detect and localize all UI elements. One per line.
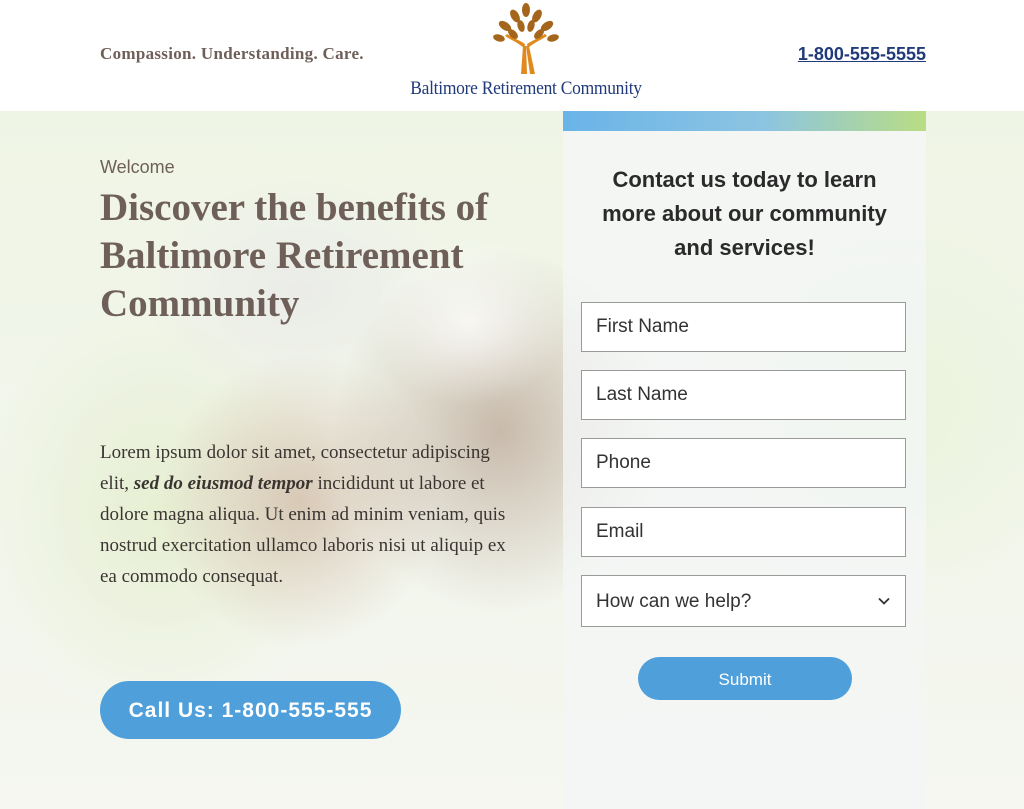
body-text-emphasis: sed do eiusmod tempor bbox=[133, 473, 313, 494]
submit-button[interactable]: Submit bbox=[638, 657, 852, 700]
hero-section: Welcome Discover the benefits of Baltimo… bbox=[0, 111, 1024, 809]
phone-field[interactable] bbox=[581, 438, 906, 488]
tree-icon bbox=[493, 3, 559, 74]
contact-form-panel: Contact us today to learn more about our… bbox=[563, 111, 926, 809]
welcome-label: Welcome bbox=[100, 157, 175, 177]
logo[interactable]: Baltimore Retirement Community bbox=[396, 2, 656, 106]
header-phone-link[interactable]: 1-800-555-5555 bbox=[798, 44, 926, 65]
email-field[interactable] bbox=[581, 507, 906, 557]
tagline: Compassion. Understanding. Care. bbox=[100, 44, 364, 63]
hero-headline: Discover the benefits of Baltimore Retir… bbox=[100, 186, 489, 325]
chevron-down-icon bbox=[878, 597, 890, 605]
last-name-field[interactable] bbox=[581, 370, 906, 420]
panel-accent-bar bbox=[563, 111, 926, 131]
contact-form-title: Contact us today to learn more about our… bbox=[602, 167, 887, 260]
logo-text: Baltimore Retirement Community bbox=[410, 78, 642, 99]
first-name-field[interactable] bbox=[581, 302, 906, 352]
call-us-button[interactable]: Call Us: 1-800-555-555 bbox=[100, 681, 401, 739]
help-select-value: How can we help? bbox=[596, 591, 752, 612]
hero-body-text: Lorem ipsum dolor sit amet, consectetur … bbox=[100, 437, 520, 592]
help-select[interactable]: How can we help? bbox=[581, 575, 906, 627]
site-header: Compassion. Understanding. Care. Baltimo… bbox=[0, 0, 1024, 111]
